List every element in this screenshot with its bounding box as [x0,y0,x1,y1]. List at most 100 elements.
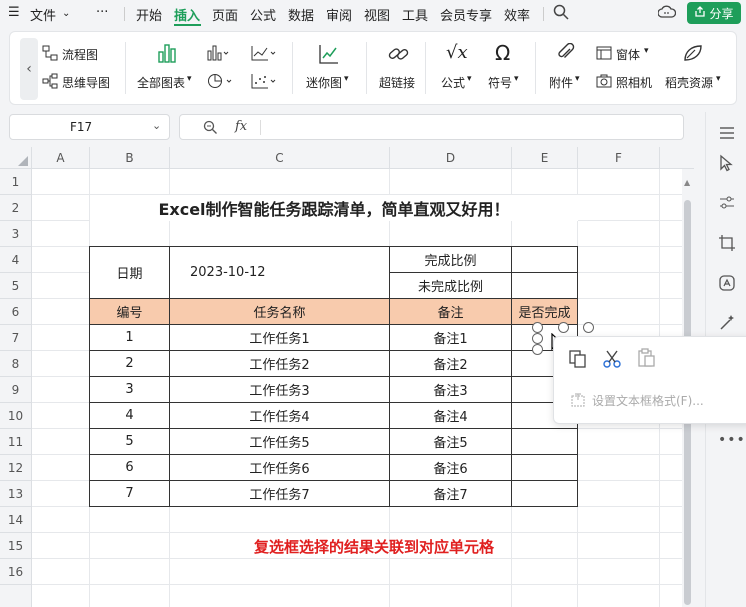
chevron-down-icon[interactable]: ⌄ [152,119,161,132]
task-name-cell[interactable]: 工作任务4 [169,402,390,429]
chevron-down-icon[interactable]: ⌄ [62,8,70,19]
chevron-down-icon[interactable]: ▾ [514,74,519,84]
task-name-cell[interactable]: 工作任务1 [169,324,390,351]
task-no-cell[interactable]: 6 [89,454,170,481]
flowchart-button[interactable]: 流程图 [62,46,98,63]
select-cursor-icon[interactable] [718,154,736,172]
row-header[interactable]: 9 [0,377,32,403]
chevron-down-icon[interactable]: ▾ [344,74,349,84]
tab-view[interactable]: 视图 [364,5,390,24]
chevron-down-icon[interactable]: ▾ [467,74,472,84]
tab-review[interactable]: 审阅 [326,5,352,24]
form-button[interactable]: 窗体 [616,46,640,63]
task-completed-cell[interactable] [511,454,578,481]
chevron-down-icon[interactable]: ▾ [716,74,721,84]
menu-file[interactable]: 文件 [30,5,56,24]
formula-button[interactable]: 公式 [441,74,465,91]
task-no-cell[interactable]: 4 [89,402,170,429]
task-completed-cell[interactable] [511,428,578,455]
scissors-icon[interactable] [602,349,622,373]
attachment-button[interactable]: 附件 [549,74,573,91]
chevron-down-icon[interactable]: ▾ [644,46,649,56]
formula-bar[interactable]: fx [179,114,684,140]
select-all-corner[interactable] [0,147,32,169]
task-note-cell[interactable]: 备注3 [389,376,512,403]
task-note-cell[interactable]: 备注4 [389,402,512,429]
task-note-cell[interactable]: 备注7 [389,480,512,507]
task-name-cell[interactable]: 工作任务5 [169,428,390,455]
name-box[interactable]: F17 ⌄ [9,114,170,140]
sparkline-button[interactable]: 迷你图 [306,74,342,91]
menu-icon[interactable] [718,124,736,142]
tab-tools[interactable]: 工具 [402,5,428,24]
task-name-cell[interactable]: 工作任务6 [169,454,390,481]
task-no-cell[interactable]: 2 [89,350,170,377]
menu-more[interactable]: ··· [96,5,108,20]
tab-insert[interactable]: 插入 [174,5,200,24]
row-header[interactable]: 6 [0,299,32,325]
selection-handle[interactable] [532,333,543,344]
task-no-cell[interactable]: 5 [89,428,170,455]
chevron-down-icon[interactable]: ▾ [575,74,580,84]
row-header[interactable]: 4 [0,247,32,273]
all-charts-button[interactable]: 全部图表 [137,74,185,91]
task-note-cell[interactable]: 备注2 [389,350,512,377]
camera-button[interactable]: 照相机 [616,74,652,91]
tab-efficiency[interactable]: 效率 [504,5,530,24]
ribbon-scroll-left-button[interactable]: ‹ [20,38,38,100]
tab-member[interactable]: 会员专享 [440,5,492,24]
tab-formula[interactable]: 公式 [250,5,276,24]
task-no-cell[interactable]: 1 [89,324,170,351]
zoom-icon[interactable] [203,120,218,139]
column-header[interactable]: C [170,147,390,169]
scroll-up-icon[interactable]: ▲ [684,178,690,187]
column-header[interactable]: D [390,147,512,169]
selection-handle[interactable] [558,322,569,333]
row-header[interactable]: 12 [0,455,32,481]
column-header[interactable]: A [32,147,90,169]
selection-handle[interactable] [532,322,543,333]
complete-ratio-value[interactable] [511,246,578,273]
row-header[interactable]: 13 [0,481,32,507]
paste-icon[interactable] [636,348,656,372]
docer-resources-button[interactable]: 稻壳资源 [665,74,713,91]
row-header[interactable]: 2 [0,195,32,221]
header-cell-completed[interactable]: 是否完成 [511,298,578,325]
complete-ratio-label[interactable]: 完成比例 [389,246,512,273]
mindmap-button[interactable]: 思维导图 [62,74,110,91]
row-header[interactable]: 14 [0,507,32,533]
selection-handle[interactable] [532,344,543,355]
date-label-cell[interactable]: 日期 [89,246,170,299]
column-chart-icon[interactable] [207,45,229,65]
row-header[interactable]: 16 [0,559,32,585]
task-name-cell[interactable]: 工作任务3 [169,376,390,403]
task-name-cell[interactable]: 工作任务2 [169,350,390,377]
search-icon[interactable] [553,4,569,24]
sheet-title[interactable]: Excel制作智能任务跟踪清单，简单直观又好用！ [90,195,578,221]
task-note-cell[interactable]: 备注1 [389,324,512,351]
incomplete-ratio-label[interactable]: 未完成比例 [389,272,512,299]
selection-handle[interactable] [583,322,594,333]
footer-note[interactable]: 复选框选择的结果关联到对应单元格 [170,533,578,559]
column-header[interactable]: F [578,147,660,169]
date-value-cell[interactable]: 2023-10-12 [169,246,390,299]
row-header[interactable]: 15 [0,533,32,559]
column-header[interactable]: E [512,147,578,169]
task-completed-cell[interactable] [511,480,578,507]
header-cell-no[interactable]: 编号 [89,298,170,325]
row-header[interactable]: 11 [0,429,32,455]
row-header[interactable]: 3 [0,221,32,247]
incomplete-ratio-value[interactable] [511,272,578,299]
symbol-button[interactable]: 符号 [488,74,512,91]
more-icon[interactable]: ••• [718,432,746,448]
task-no-cell[interactable]: 7 [89,480,170,507]
hamburger-icon[interactable]: ☰ [8,5,20,20]
line-chart-icon[interactable] [251,45,277,65]
chevron-down-icon[interactable]: ▾ [187,74,192,84]
copy-icon[interactable] [568,349,588,373]
task-no-cell[interactable]: 3 [89,376,170,403]
task-name-cell[interactable]: 工作任务7 [169,480,390,507]
tab-data[interactable]: 数据 [288,5,314,24]
hyperlink-button[interactable]: 超链接 [379,74,415,91]
tab-home[interactable]: 开始 [136,5,162,24]
